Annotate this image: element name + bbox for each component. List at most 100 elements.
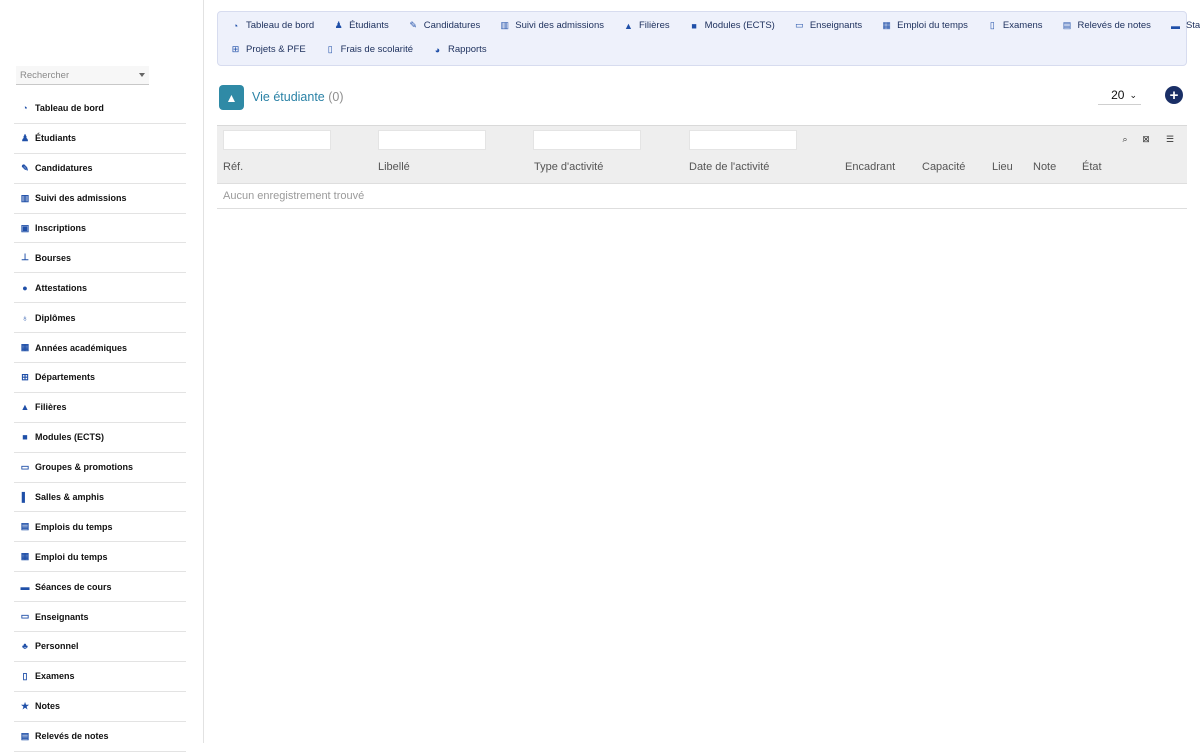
topnav-item-label: Candidatures	[423, 20, 481, 31]
sidebar-item-label: Filières	[35, 402, 67, 413]
sidebar-item-inscriptions[interactable]: ▣ Inscriptions	[14, 214, 186, 244]
column-header-lieu[interactable]: Lieu	[992, 161, 1013, 173]
topnav-item-projets-pfe[interactable]: ⊞ Projets & PFE	[230, 44, 306, 55]
laptop-icon: ▭	[20, 461, 30, 472]
sidebar-item-candidatures[interactable]: ✎ Candidatures	[14, 154, 186, 184]
topnav-item-tableau-de-bord[interactable]: ◔ Tableau de bord	[230, 20, 314, 31]
topnav-item-label: Emploi du temps	[897, 20, 968, 31]
sidebar-item-label: Inscriptions	[35, 223, 87, 233]
topnav-item-modules[interactable]: ■ Modules (ECTS)	[689, 20, 774, 31]
column-header-ref[interactable]: Réf.	[223, 161, 243, 173]
sidebar-item-emploi-du-temps[interactable]: ▦ Emploi du temps	[14, 542, 186, 573]
search-select[interactable]: Rechercher	[16, 66, 149, 85]
top-nav-row: ⊞ Projets & PFE ▯ Frais de scolarité ◕ Rapp…	[230, 44, 506, 55]
topnav-item-emploi-du-temps[interactable]: ▦ Emploi du temps	[881, 20, 968, 31]
teacher-icon: ▭	[20, 611, 30, 622]
sidebar-item-label: Modules (ECTS)	[35, 432, 104, 443]
calendar-day-icon: ▦	[20, 551, 30, 562]
column-header-type[interactable]: Type d'activité	[534, 161, 603, 173]
chevron-down-icon: ⌄	[1129, 89, 1137, 100]
top-navigation: ◔ Tableau de bord ♟ Étudiants ✎ Candidature…	[217, 11, 1200, 66]
filter-input-libelle[interactable]	[378, 130, 486, 150]
clipboard-icon: ▣	[20, 222, 30, 233]
book-icon: ■	[691, 20, 697, 31]
empty-message: Aucun enregistrement trouvé	[223, 190, 365, 202]
column-header-encadrant[interactable]: Encadrant	[845, 161, 895, 173]
list-icon[interactable]: ☰	[1164, 133, 1176, 145]
column-header-capacite[interactable]: Capacité	[922, 161, 965, 173]
sidebar-item-label: Enseignants	[35, 611, 89, 622]
dashboard-icon: ◔	[232, 20, 239, 31]
filter-input-ref[interactable]	[223, 130, 331, 150]
sidebar-item-label: Départements	[35, 372, 96, 383]
teacher-icon: ▭	[795, 20, 804, 30]
topnav-item-label: Examens	[1002, 20, 1043, 31]
sidebar-item-releves-de-notes[interactable]: ▤ Relevés de notes	[14, 722, 186, 752]
page-title-text: Vie étudiante	[252, 90, 325, 104]
topnav-item-etudiants[interactable]: ♟ Étudiants	[333, 20, 389, 31]
page-size-select[interactable]: 20 ⌄	[1098, 86, 1141, 105]
sidebar-item-personnel[interactable]: ♣ Personnel	[14, 632, 186, 662]
column-header-note[interactable]: Note	[1033, 161, 1056, 173]
sidebar-item-label: Notes	[35, 701, 61, 712]
graduation-cap-icon: ▲	[624, 20, 633, 31]
sidebar-item-diplomes[interactable]: ♁ Diplômes	[14, 303, 186, 334]
filter-input-type[interactable]	[533, 130, 641, 150]
search-icon[interactable]: ⌕	[1119, 133, 1131, 145]
dashboard-icon: ◔	[22, 103, 28, 114]
topnav-item-examens[interactable]: ▯ Examens	[987, 20, 1043, 31]
sidebar-item-salles-amphis[interactable]: ▌ Salles & amphis	[14, 483, 186, 513]
sidebar-item-examens[interactable]: ▯ Examens	[14, 662, 186, 692]
topnav-item-label: Suivi des admissions	[515, 20, 604, 31]
sidebar-item-label: Groupes & promotions	[35, 462, 134, 473]
pie-chart-icon: ◕	[434, 44, 441, 55]
sidebar-item-tableau-de-bord[interactable]: ◔ Tableau de bord	[14, 94, 186, 124]
users-icon: ♣	[22, 641, 28, 652]
sidebar-item-attestations[interactable]: ● Attestations	[14, 273, 186, 304]
clear-filter-icon[interactable]: ⊠	[1140, 133, 1152, 145]
topnav-item-label: Stages	[1185, 20, 1200, 31]
sidebar-item-filieres[interactable]: ▲ Filières	[14, 393, 186, 423]
column-header-etat[interactable]: État	[1082, 161, 1102, 173]
topnav-item-releves-de-notes[interactable]: ▤ Relevés de notes	[1062, 20, 1151, 31]
scholarship-icon: ⊥	[21, 252, 29, 263]
topnav-item-suivi-des-admissions[interactable]: ▥ Suivi des admissions	[499, 20, 604, 31]
calendar-icon: ▤	[20, 521, 30, 532]
topnav-item-frais-de-scolarite[interactable]: ▯ Frais de scolarité	[325, 44, 413, 55]
door-icon: ▌	[21, 492, 29, 503]
sidebar-item-notes[interactable]: ★ Notes	[14, 692, 186, 722]
sidebar-item-enseignants[interactable]: ▭ Enseignants	[14, 602, 186, 633]
sidebar-item-label: Séances de cours	[35, 581, 112, 592]
topnav-item-candidatures[interactable]: ✎ Candidatures	[408, 20, 481, 31]
file-text-icon: ▤	[20, 730, 30, 741]
topnav-item-label: Projets & PFE	[246, 44, 306, 55]
topnav-item-stages[interactable]: ▬ Stages	[1170, 20, 1200, 31]
sidebar-item-etudiants[interactable]: ♟ Étudiants	[14, 124, 186, 154]
application-icon: ✎	[21, 162, 29, 173]
sidebar-item-groupes-promotions[interactable]: ▭ Groupes & promotions	[14, 453, 186, 483]
sidebar-item-departements[interactable]: ⊞ Départements	[14, 363, 186, 393]
sidebar-item-modules[interactable]: ■ Modules (ECTS)	[14, 423, 186, 453]
award-icon: ♁	[21, 312, 29, 323]
column-header-date[interactable]: Date de l'activité	[689, 161, 769, 173]
topnav-item-filieres[interactable]: ▲ Filières	[623, 20, 670, 31]
column-header-libelle[interactable]: Libellé	[378, 161, 410, 173]
certificate-icon: ●	[22, 282, 28, 293]
sidebar-item-annees-academiques[interactable]: ▦ Années académiques	[14, 333, 186, 364]
add-record-button[interactable]: +	[1165, 86, 1183, 104]
columns-icon: ▥	[20, 192, 30, 203]
sidebar-item-label: Emplois du temps	[35, 521, 113, 532]
table-row: Aucun enregistrement trouvé	[217, 183, 1187, 209]
sidebar-item-label: Années académiques	[35, 342, 128, 353]
sidebar-item-suivi-des-admissions[interactable]: ▥ Suivi des admissions	[14, 184, 186, 214]
filter-input-date[interactable]	[689, 130, 797, 150]
file-text-icon: ▤	[1062, 20, 1072, 30]
topnav-item-rapports[interactable]: ◕ Rapports	[432, 44, 487, 55]
chevron-down-icon	[139, 73, 145, 77]
topnav-item-label: Filières	[639, 20, 670, 31]
sidebar-item-seances-de-cours[interactable]: ▬ Séances de cours	[14, 572, 186, 603]
sidebar-item-emplois-du-temps[interactable]: ▤ Emplois du temps	[14, 512, 186, 543]
application-icon: ✎	[409, 20, 418, 30]
topnav-item-enseignants[interactable]: ▭ Enseignants	[794, 20, 862, 31]
sidebar-item-bourses[interactable]: ⊥ Bourses	[14, 243, 186, 274]
